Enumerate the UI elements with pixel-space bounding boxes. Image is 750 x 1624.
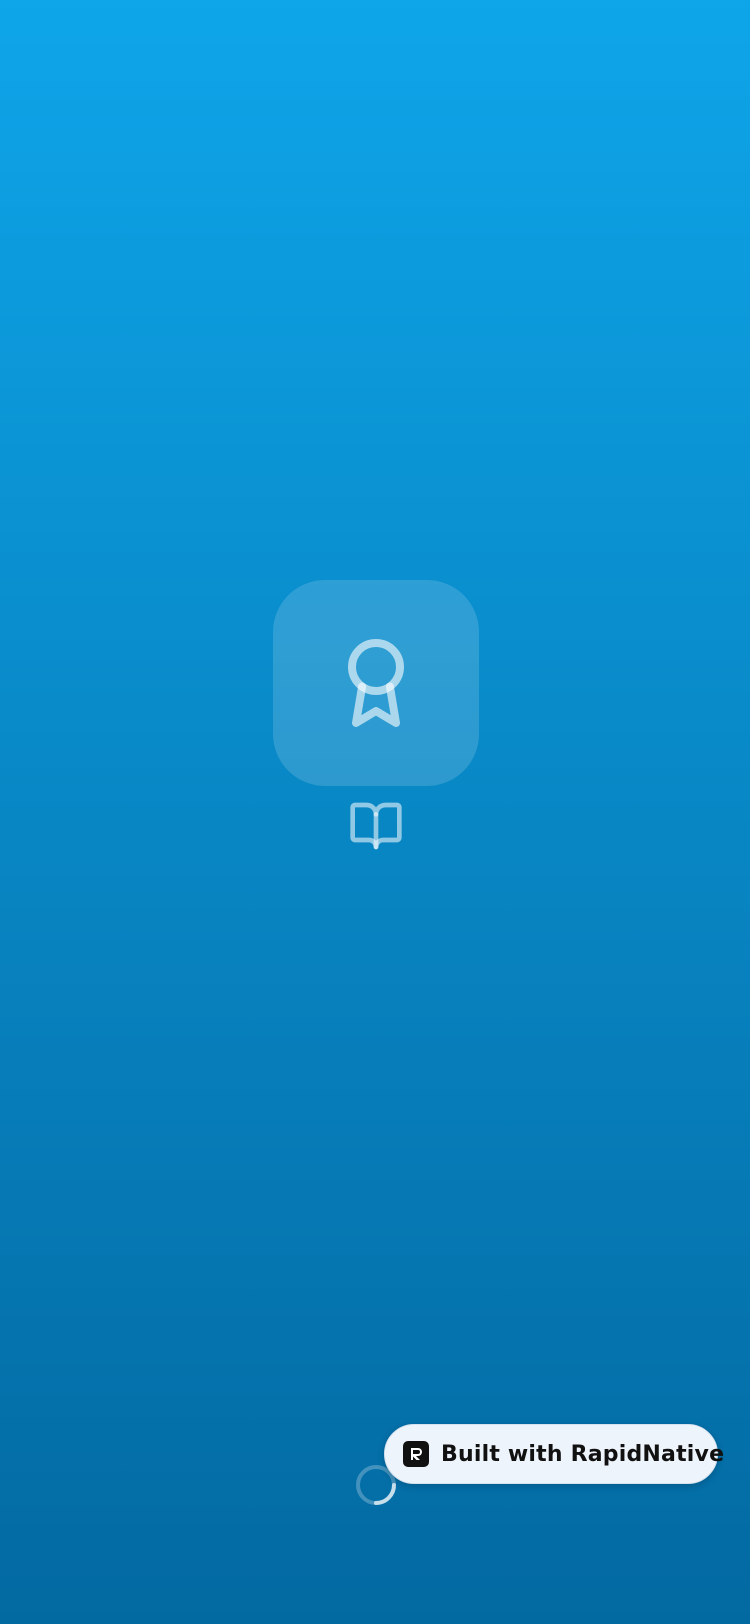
award-icon [348, 639, 404, 727]
built-with-badge[interactable]: Built with RapidNative [384, 1424, 724, 1484]
book-open-icon [350, 802, 402, 850]
splash-screen: Built with RapidNative [0, 0, 750, 1624]
built-with-label: Built with RapidNative [441, 1441, 725, 1467]
app-logo-tile [273, 580, 479, 786]
rapidnative-logo-icon [403, 1441, 429, 1467]
